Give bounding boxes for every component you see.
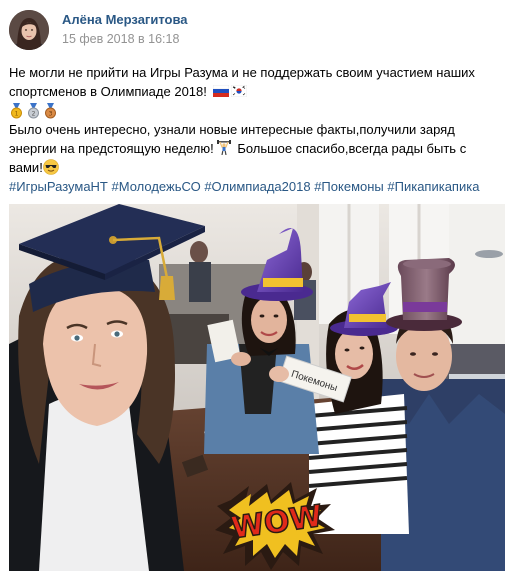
weightlifter-icon (216, 140, 231, 156)
svg-text:1: 1 (15, 110, 19, 117)
gold-medal-icon: 1 (9, 102, 24, 119)
post-text-fragment: Большое спасибо,всегда рады быть с (233, 141, 467, 156)
post-text-line: Не могли не прийти на Игры Разума и не п… (9, 65, 475, 80)
author-avatar[interactable] (9, 10, 49, 50)
hashtag-link[interactable]: #ИгрыРазумаНТ (9, 179, 108, 194)
avatar-image (9, 10, 49, 50)
bronze-medal-icon: 3 (43, 102, 58, 119)
post-text-line: энергии на предстоящую неделю! Большое с… (9, 139, 514, 158)
russia-flag-icon (212, 83, 229, 97)
photo-image: Покемоны WOW (9, 204, 505, 571)
hashtags: #ИгрыРазумаНТ #МолодежьСО #Олимпиада2018… (9, 177, 514, 196)
silver-medal-icon: 2 (26, 102, 41, 119)
sunglasses-smile-icon (43, 159, 59, 175)
post-date[interactable]: 15 фев 2018 в 16:18 (62, 32, 179, 46)
medals-line: 1 2 3 (9, 101, 514, 120)
post-text-line: спортсменов в Олимпиаде 2018! (9, 82, 514, 101)
vk-post: Алёна Мерзагитова 15 фев 2018 в 16:18 Не… (0, 0, 524, 572)
hashtag-link[interactable]: #Пикапикапика (387, 179, 479, 194)
post-photo[interactable]: Покемоны WOW (9, 204, 505, 571)
hashtag-link[interactable]: #Покемоны (314, 179, 384, 194)
post-text-fragment: энергии на предстоящую неделю! (9, 141, 214, 156)
south-korea-flag-icon (230, 83, 247, 98)
hashtag-link[interactable]: #Олимпиада2018 (204, 179, 310, 194)
post-text-fragment: спортсменов в Олимпиаде 2018! (9, 84, 211, 99)
hashtag-link[interactable]: #МолодежьСО (112, 179, 201, 194)
svg-text:2: 2 (32, 110, 36, 117)
post-text: Не могли не прийти на Игры Разума и не п… (9, 63, 514, 196)
post-text-line: Было очень интересно, узнали новые интер… (9, 122, 455, 137)
post-text-line: вами! (9, 158, 514, 177)
post-text-fragment: вами! (9, 160, 43, 175)
svg-text:3: 3 (49, 110, 53, 117)
author-name[interactable]: Алёна Мерзагитова (62, 12, 188, 27)
